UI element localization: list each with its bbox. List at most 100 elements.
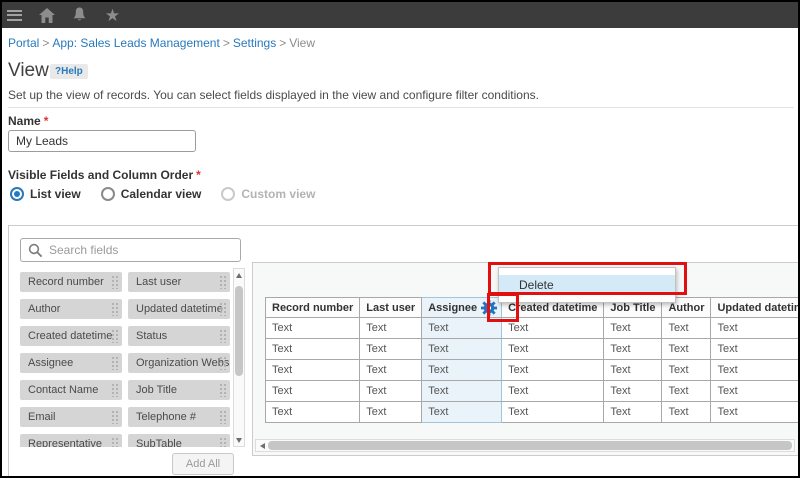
scrollbar-thumb[interactable] [268, 441, 792, 450]
field-chip[interactable]: Contact Name [20, 380, 122, 400]
field-chip[interactable]: Organization Website [128, 353, 230, 373]
field-chip-label: Created datetime [28, 330, 112, 342]
preview-cell: Text [422, 402, 502, 423]
drag-handle-icon[interactable] [219, 410, 226, 424]
radio-option[interactable]: List view [10, 187, 81, 201]
field-chip[interactable]: Assignee [20, 353, 122, 373]
scroll-left-icon[interactable] [256, 440, 268, 451]
field-chip[interactable]: Status [128, 326, 230, 346]
field-chip[interactable]: Telephone # [128, 407, 230, 427]
menu-item-delete[interactable]: Delete [499, 275, 675, 295]
drag-handle-icon[interactable] [219, 383, 226, 397]
view-type-radio-group: List view Calendar view Custom view [10, 187, 335, 201]
view-name-input[interactable] [8, 130, 196, 152]
radio-label: Calendar view [121, 187, 202, 201]
add-all-button[interactable]: Add All [172, 453, 234, 475]
drag-handle-icon[interactable] [111, 437, 118, 447]
favorites-star-icon[interactable]: ★ [104, 7, 121, 24]
preview-table-row: TextTextTextTextTextTextText [266, 360, 799, 381]
preview-cell: Text [422, 360, 502, 381]
field-list-scrollbar[interactable] [233, 268, 245, 447]
preview-cell: Text [662, 360, 711, 381]
preview-cell: Text [604, 339, 662, 360]
field-chip-label: Email [28, 411, 56, 423]
field-chip[interactable]: Representative [20, 434, 122, 447]
breadcrumb-item[interactable]: Settings [233, 36, 276, 50]
field-chip[interactable]: Updated datetime [128, 299, 230, 319]
visible-fields-label: Visible Fields and Column Order* [8, 168, 201, 182]
breadcrumb-item[interactable]: Portal [8, 36, 39, 50]
field-chip-label: Assignee [28, 357, 73, 369]
radio-option: Custom view [221, 187, 315, 201]
field-chip-label: SubTable [136, 438, 182, 447]
preview-cell: Text [604, 402, 662, 423]
field-chip[interactable]: Record number [20, 272, 122, 292]
hamburger-menu-icon[interactable] [7, 10, 22, 21]
notifications-bell-icon[interactable] [71, 7, 88, 24]
field-chip[interactable]: Job Title [128, 380, 230, 400]
field-chip[interactable]: Created datetime [20, 326, 122, 346]
preview-cell: Text [711, 360, 798, 381]
preview-cell: Text [711, 318, 798, 339]
column-settings-gear-icon[interactable] [481, 300, 498, 317]
preview-cell: Text [422, 339, 502, 360]
search-fields-box [20, 238, 241, 262]
radio-label: Custom view [241, 187, 315, 201]
preview-cell: Text [360, 381, 422, 402]
preview-cell: Text [266, 381, 360, 402]
top-navigation-bar: ★ [2, 2, 798, 28]
radio-circle-icon[interactable] [10, 187, 24, 201]
breadcrumb-separator: > [279, 36, 286, 50]
field-chip[interactable]: Author [20, 299, 122, 319]
drag-handle-icon[interactable] [111, 356, 118, 370]
field-chip-label: Representative [28, 438, 102, 447]
preview-cell: Text [711, 381, 798, 402]
drag-handle-icon[interactable] [111, 275, 118, 289]
scroll-down-icon[interactable] [234, 434, 244, 446]
field-chip[interactable]: Last user [128, 272, 230, 292]
breadcrumb-item: View [289, 36, 315, 50]
view-settings-page: ★ Portal>App: Sales Leads Management>Set… [0, 0, 800, 478]
preview-cell: Text [360, 402, 422, 423]
drag-handle-icon[interactable] [219, 329, 226, 343]
field-chip-label: Status [136, 330, 167, 342]
preview-cell: Text [360, 360, 422, 381]
preview-cell: Text [662, 402, 711, 423]
preview-horizontal-scrollbar[interactable] [255, 439, 795, 452]
drag-handle-icon[interactable] [219, 437, 226, 447]
drag-handle-icon[interactable] [111, 329, 118, 343]
field-chip[interactable]: Email [20, 407, 122, 427]
name-label: Name* [8, 114, 48, 128]
column-header-updated-datetime[interactable]: Updated datetime [711, 298, 798, 318]
preview-table-row: TextTextTextTextTextTextText [266, 339, 799, 360]
preview-cell: Text [502, 339, 604, 360]
breadcrumb-separator: > [42, 36, 49, 50]
column-header-last-user[interactable]: Last user [360, 298, 422, 318]
field-chip-label: Record number [28, 276, 104, 288]
radio-option[interactable]: Calendar view [101, 187, 202, 201]
help-link[interactable]: ?Help [50, 64, 88, 79]
radio-circle-icon[interactable] [101, 187, 115, 201]
preview-cell: Text [266, 339, 360, 360]
breadcrumb-item[interactable]: App: Sales Leads Management [52, 36, 219, 50]
drag-handle-icon[interactable] [219, 302, 226, 316]
field-chip[interactable]: SubTable [128, 434, 230, 447]
divider [8, 107, 794, 108]
scroll-up-icon[interactable] [234, 269, 244, 281]
drag-handle-icon[interactable] [219, 356, 226, 370]
search-fields-input[interactable] [49, 240, 240, 260]
preview-cell: Text [502, 402, 604, 423]
column-header-assignee[interactable]: Assignee [422, 298, 502, 318]
drag-handle-icon[interactable] [111, 302, 118, 316]
column-header-record-number[interactable]: Record number [266, 298, 360, 318]
scrollbar-thumb[interactable] [235, 286, 243, 376]
breadcrumb: Portal>App: Sales Leads Management>Setti… [8, 36, 315, 50]
drag-handle-icon[interactable] [219, 275, 226, 289]
required-asterisk: * [44, 114, 49, 128]
field-list: Record number Author Created datetime Assig… [20, 268, 232, 447]
field-chip-col2: Last user Updated datetime Status Organizat… [128, 272, 230, 447]
drag-handle-icon[interactable] [111, 410, 118, 424]
field-chip-label: Telephone # [136, 411, 196, 423]
home-icon[interactable] [38, 7, 55, 24]
drag-handle-icon[interactable] [111, 383, 118, 397]
